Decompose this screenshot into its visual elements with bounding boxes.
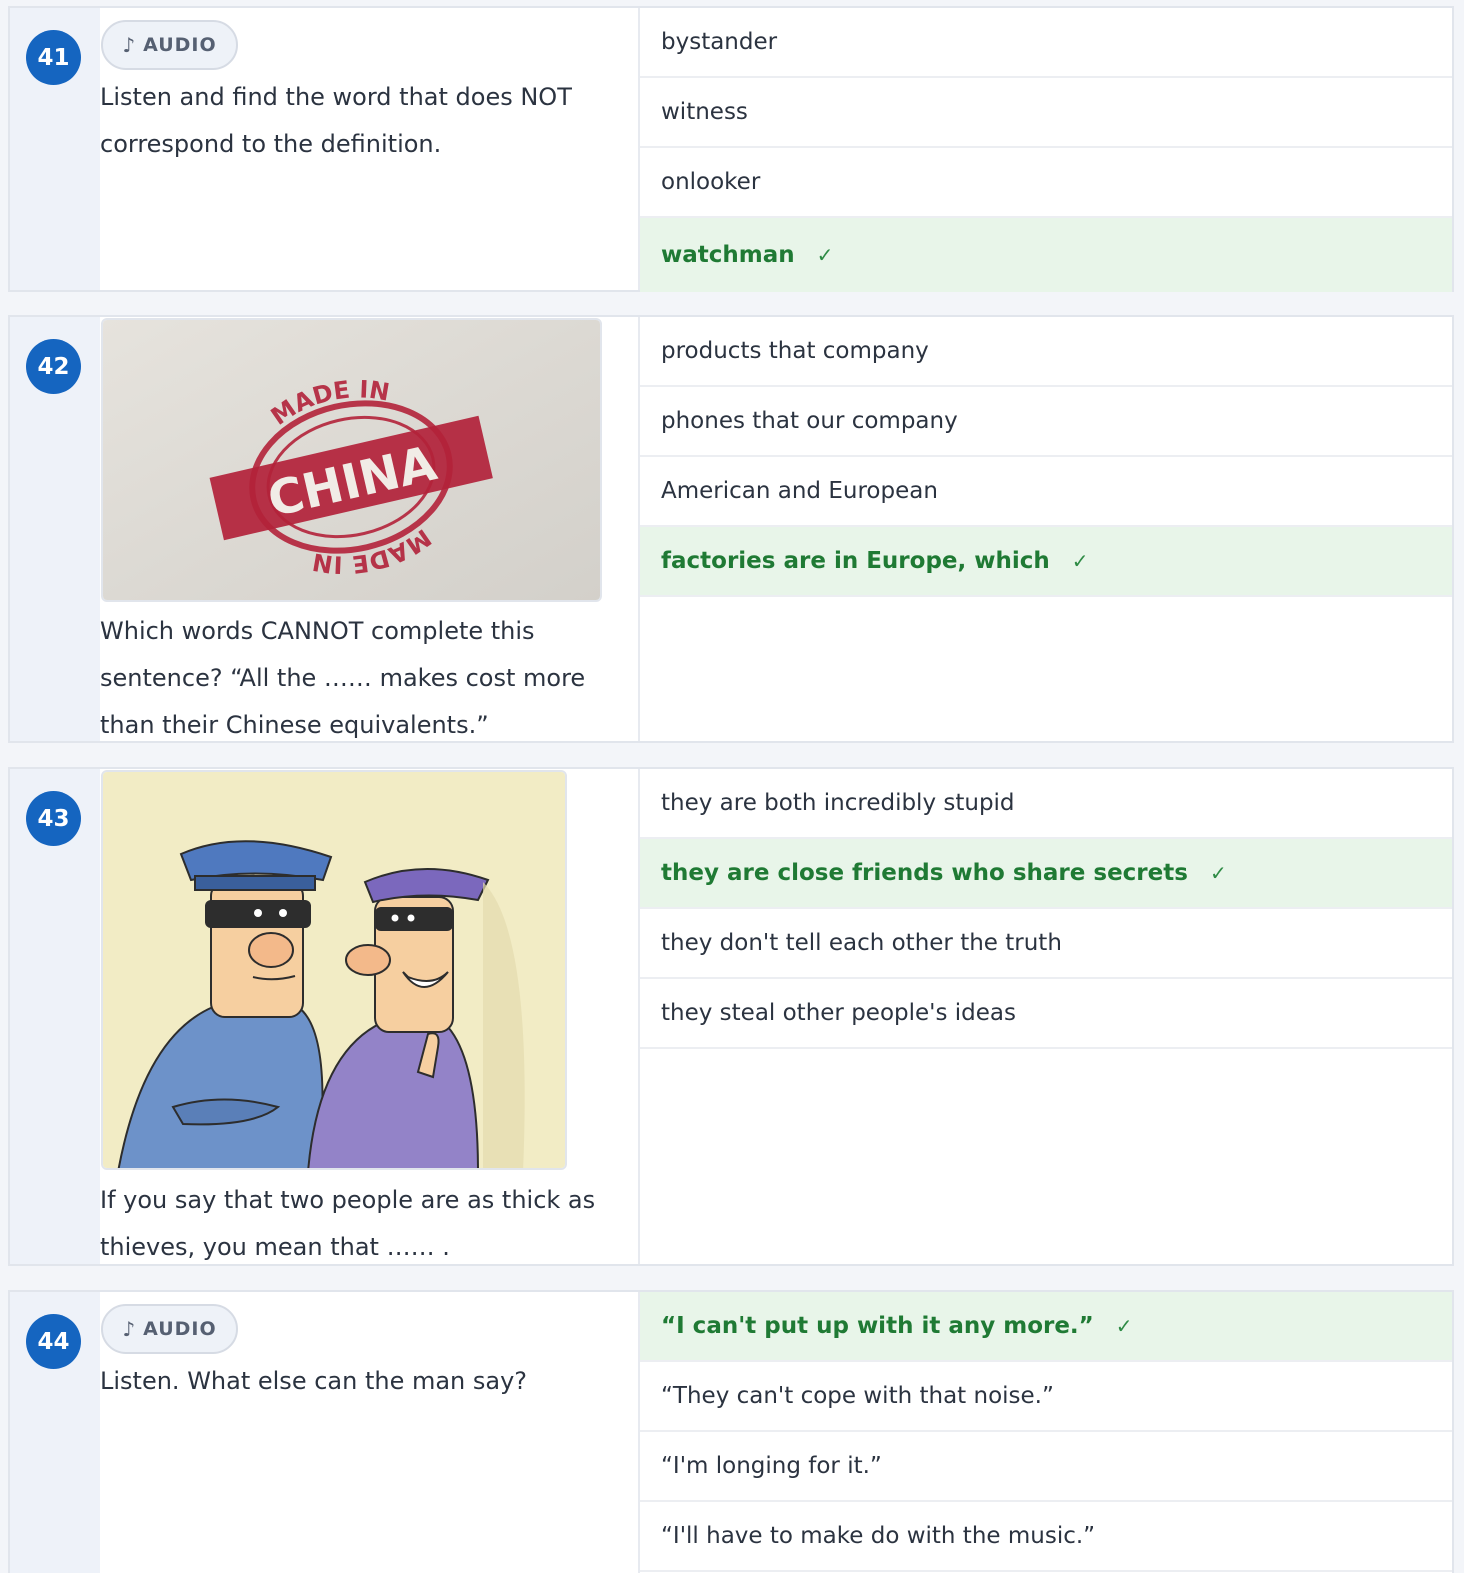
question-prompt-panel: If you say that two people are as thick … [100, 769, 640, 1264]
two-thieves-illustration [103, 772, 565, 1168]
answer-option-text: they steal other people's ideas [661, 1000, 1016, 1026]
answer-option-text: American and European [661, 478, 938, 504]
question-prompt: If you say that two people are as thick … [100, 1186, 596, 1261]
answer-option-correct[interactable]: factories are in Europe, which ✓ [640, 527, 1452, 597]
answer-options: products that company phones that our co… [640, 317, 1452, 741]
answer-option[interactable]: bystander [640, 8, 1452, 78]
answer-option-text: they are close friends who share secrets [661, 860, 1188, 886]
audio-play-button[interactable]: ♪ AUDIO [101, 20, 238, 70]
answer-option-text: factories are in Europe, which [661, 548, 1050, 574]
question-prompt: Listen. What else can the man say? [100, 1367, 528, 1395]
check-mark-icon: ✓ [1071, 549, 1089, 573]
answer-option[interactable]: “I'm longing for it.” [640, 1432, 1452, 1502]
answer-option[interactable]: American and European [640, 457, 1452, 527]
audio-button-label: AUDIO [143, 34, 217, 56]
answer-option[interactable]: they steal other people's ideas [640, 979, 1452, 1049]
check-mark-icon: ✓ [1115, 1314, 1133, 1338]
answer-option-correct[interactable]: “I can't put up with it any more.” ✓ [640, 1292, 1452, 1362]
answer-option[interactable]: products that company [640, 317, 1452, 387]
answer-option-text: bystander [661, 29, 778, 55]
check-mark-icon: ✓ [1209, 861, 1227, 885]
answer-option-text: witness [661, 99, 748, 125]
answer-option[interactable]: they are both incredibly stupid [640, 769, 1452, 839]
question-number-badge: 42 [26, 339, 81, 394]
made-in-china-stamp-image: MADE IN MADE IN CHINA [101, 318, 602, 602]
question-prompt: Listen and find the word that does NOT c… [100, 83, 572, 158]
answer-option-correct[interactable]: they are close friends who share secrets… [640, 839, 1452, 909]
answer-option-text: “They can't cope with that noise.” [661, 1383, 1054, 1409]
question-card-43: 43 If you say that two people are as thi… [8, 767, 1454, 1266]
audio-button-label: AUDIO [143, 1318, 217, 1340]
stamp-illustration: MADE IN MADE IN CHINA [103, 320, 600, 600]
audio-play-button[interactable]: ♪ AUDIO [101, 1304, 238, 1354]
answer-option-text: products that company [661, 338, 929, 364]
question-prompt: Which words CANNOT complete this sentenc… [100, 617, 586, 739]
answer-option[interactable]: phones that our company [640, 387, 1452, 457]
question-prompt-panel: ♪ AUDIO Listen. What else can the man sa… [100, 1292, 640, 1573]
answer-option-text: “I'm longing for it.” [661, 1453, 882, 1479]
question-prompt-panel: ♪ AUDIO Listen and find the word that do… [100, 8, 640, 290]
answer-options: “I can't put up with it any more.” ✓ “Th… [640, 1292, 1452, 1573]
answer-option[interactable]: onlooker [640, 148, 1452, 218]
answer-options: they are both incredibly stupid they are… [640, 769, 1452, 1264]
answer-options: bystander witness onlooker watchman ✓ [640, 8, 1452, 292]
question-number-badge: 44 [26, 1314, 81, 1369]
answer-option[interactable]: “I'll have to make do with the music.” [640, 1502, 1452, 1572]
question-card-41: 41 ♪ AUDIO Listen and find the word that… [8, 6, 1454, 292]
question-number-badge: 41 [26, 30, 81, 85]
thieves-cartoon-image [101, 770, 567, 1170]
answer-option-text: they are both incredibly stupid [661, 790, 1015, 816]
answer-option-text: phones that our company [661, 408, 958, 434]
question-prompt-panel: MADE IN MADE IN CHINA Which words CANNOT… [100, 317, 640, 741]
music-note-icon: ♪ [122, 33, 136, 57]
answer-option-text: onlooker [661, 169, 761, 195]
answer-option-text: “I'll have to make do with the music.” [661, 1523, 1096, 1549]
question-number-badge: 43 [26, 791, 81, 846]
answer-option-text: watchman [661, 242, 795, 268]
question-card-42: 42 MADE IN MADE IN CHINA Which words CAN… [8, 315, 1454, 743]
answer-option[interactable]: they don't tell each other the truth [640, 909, 1452, 979]
answer-option[interactable]: witness [640, 78, 1452, 148]
music-note-icon: ♪ [122, 1317, 136, 1341]
question-card-44: 44 ♪ AUDIO Listen. What else can the man… [8, 1290, 1454, 1573]
check-mark-icon: ✓ [816, 243, 834, 267]
answer-option-text: they don't tell each other the truth [661, 930, 1062, 956]
answer-option-text: “I can't put up with it any more.” [661, 1313, 1094, 1339]
answer-option[interactable]: “They can't cope with that noise.” [640, 1362, 1452, 1432]
answer-option-correct[interactable]: watchman ✓ [640, 218, 1452, 292]
